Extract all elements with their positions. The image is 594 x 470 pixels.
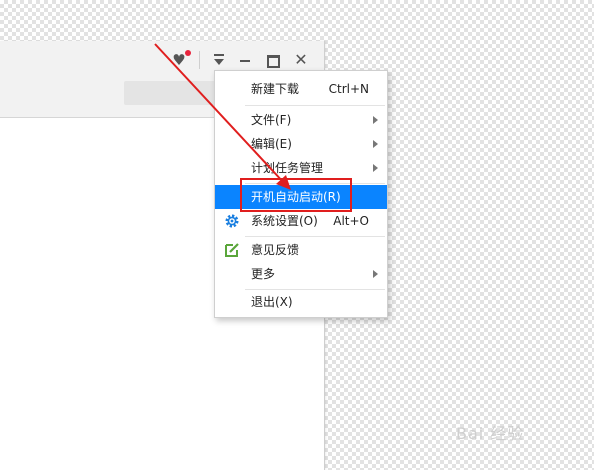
close-icon[interactable]: ✕ (292, 51, 310, 69)
menu-item-system-settings[interactable]: 系统设置(O) Alt+O (215, 209, 387, 233)
menu-item-more[interactable]: 更多 (215, 262, 387, 286)
menu-item-file[interactable]: 文件(F) (215, 108, 387, 132)
minimize-icon[interactable] (236, 51, 254, 69)
submenu-arrow-icon (373, 116, 378, 124)
submenu-arrow-icon (373, 270, 378, 278)
menu-item-label: 系统设置(O) (251, 214, 318, 228)
menu-item-edit[interactable]: 编辑(E) (215, 132, 387, 156)
menu-item-label: 意见反馈 (251, 243, 300, 257)
menu-dropdown-icon[interactable] (210, 51, 228, 69)
notification-dot (185, 50, 191, 56)
menu-item-label: 退出(X) (251, 295, 293, 309)
menu-item-feedback[interactable]: 意见反馈 (215, 238, 387, 262)
menu-item-new-download[interactable]: 新建下载 Ctrl+N (215, 77, 387, 101)
menu-item-label: 计划任务管理 (251, 161, 324, 175)
maximize-icon[interactable] (264, 51, 282, 69)
menu-separator (245, 105, 385, 106)
menu-item-label: 编辑(E) (251, 137, 292, 151)
titlebar-divider (199, 51, 200, 69)
watermark: Bai 经验 (456, 424, 525, 443)
feedback-icon (225, 243, 239, 257)
gear-icon (225, 214, 239, 228)
menu-item-shortcut: Ctrl+N (328, 82, 369, 96)
menu-item-shortcut: Alt+O (333, 214, 369, 228)
menu-item-exit[interactable]: 退出(X) (215, 290, 387, 314)
menu-item-label: 文件(F) (251, 113, 292, 127)
submenu-arrow-icon (373, 140, 378, 148)
menu-item-scheduled-tasks[interactable]: 计划任务管理 (215, 156, 387, 180)
menu-separator (245, 236, 385, 237)
menu-item-label: 新建下载 (251, 82, 300, 96)
menu-item-label: 更多 (251, 267, 276, 281)
annotation-highlight-box (240, 178, 352, 212)
submenu-arrow-icon (373, 164, 378, 172)
